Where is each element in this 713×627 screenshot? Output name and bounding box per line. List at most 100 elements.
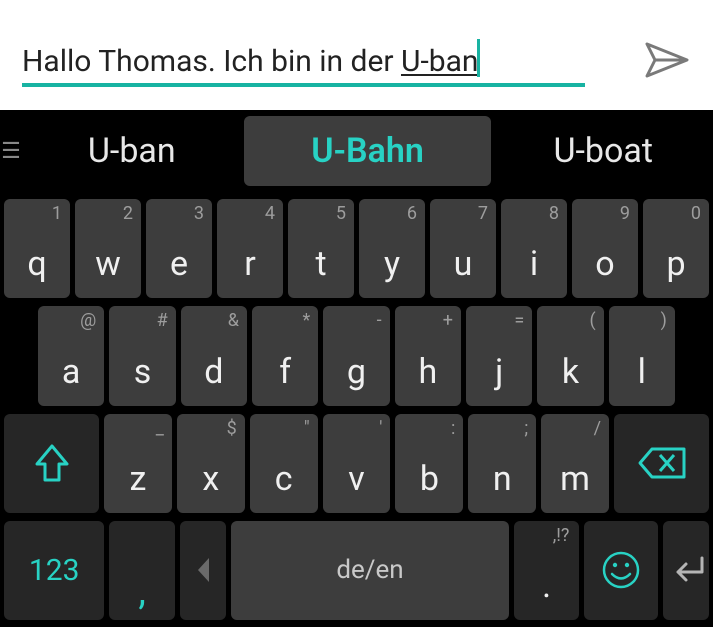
key-sec: ,!? — [553, 525, 570, 546]
key-sec: 8 — [549, 203, 559, 224]
key-sec: 1 — [52, 203, 62, 224]
key-sec: ' — [379, 418, 382, 439]
key-x[interactable]: $x — [177, 414, 245, 513]
shift-icon — [35, 444, 69, 482]
key-main: v — [348, 459, 364, 499]
key-sec: * — [303, 310, 311, 331]
suggestion-left[interactable]: U-ban — [24, 116, 240, 186]
key-f[interactable]: *f — [252, 306, 318, 405]
key-d[interactable]: &d — [181, 306, 247, 405]
suggestion-center[interactable]: U-Bahn — [244, 116, 492, 186]
key-q[interactable]: 1q — [4, 199, 70, 298]
key-sec: 6 — [407, 203, 417, 224]
key-sec: ( — [589, 310, 595, 331]
suggestion-right[interactable]: U-boat — [495, 116, 711, 186]
key-main: b — [420, 459, 439, 499]
key-main: k — [562, 352, 579, 392]
key-sec: 2 — [123, 203, 133, 224]
key-main: u — [454, 244, 473, 284]
key-sec: $ — [227, 418, 237, 439]
key-sec: 9 — [620, 203, 630, 224]
key-sec: : — [451, 418, 455, 439]
backspace-icon — [638, 447, 686, 479]
key-sec: 4 — [265, 203, 275, 224]
key-b[interactable]: :b — [395, 414, 463, 513]
key-cursor-left[interactable] — [180, 521, 226, 620]
key-m[interactable]: /m — [541, 414, 609, 513]
key-main: o — [595, 244, 614, 284]
key-main: t — [315, 244, 326, 284]
key-c[interactable]: "c — [250, 414, 318, 513]
key-main: p — [666, 244, 685, 284]
key-sec: 0 — [691, 203, 701, 224]
key-g[interactable]: -g — [323, 306, 389, 405]
key-i[interactable]: 8i — [501, 199, 567, 298]
suggestion-strip: ☰ U-ban U-Bahn U-boat — [0, 110, 713, 192]
send-button[interactable] — [645, 37, 691, 83]
key-n[interactable]: ;n — [468, 414, 536, 513]
keyboard: 1q 2w 3e 4r 5t 6y 7u 8i 9o 0p @a #s &d *… — [0, 192, 713, 627]
key-r[interactable]: 4r — [217, 199, 283, 298]
key-backspace[interactable] — [614, 414, 709, 513]
text-input-area: Hallo Thomas. Ich bin in der U-ban — [0, 0, 713, 110]
key-comma[interactable]: , — [109, 521, 175, 620]
key-main: s — [134, 352, 152, 392]
key-main: e — [170, 244, 188, 284]
key-row-4: 123 , de/en ,!?. — [2, 517, 711, 624]
key-enter[interactable] — [663, 521, 709, 620]
key-main: l — [638, 352, 646, 392]
key-sec: & — [228, 310, 239, 331]
key-sec: @ — [80, 310, 96, 331]
key-sec: _ — [156, 418, 164, 439]
input-text-before: Hallo Thomas. Ich bin in der — [22, 44, 401, 79]
text-input[interactable]: Hallo Thomas. Ich bin in der U-ban — [22, 33, 585, 87]
key-main: c — [275, 459, 293, 499]
enter-icon — [666, 554, 706, 586]
key-space[interactable]: de/en — [231, 521, 509, 620]
key-v[interactable]: 'v — [323, 414, 391, 513]
key-sec: # — [157, 310, 168, 331]
key-main: 123 — [29, 553, 80, 588]
key-p[interactable]: 0p — [643, 199, 709, 298]
key-o[interactable]: 9o — [572, 199, 638, 298]
key-symbols[interactable]: 123 — [4, 521, 104, 620]
key-row-2: @a #s &d *f -g +h =j (k )l — [2, 302, 711, 409]
key-main: x — [202, 459, 219, 499]
key-main: w — [95, 244, 121, 284]
key-u[interactable]: 7u — [430, 199, 496, 298]
key-main: h — [418, 352, 437, 392]
key-main: g — [347, 352, 366, 392]
key-sec: 7 — [478, 203, 488, 224]
space-label: de/en — [336, 555, 403, 585]
key-main: y — [384, 244, 400, 284]
key-sec: 5 — [336, 203, 346, 224]
key-e[interactable]: 3e — [146, 199, 212, 298]
key-z[interactable]: _z — [104, 414, 172, 513]
key-sec: 3 — [194, 203, 204, 224]
key-main: n — [493, 459, 512, 499]
key-w[interactable]: 2w — [75, 199, 141, 298]
key-period[interactable]: ,!?. — [514, 521, 580, 620]
key-t[interactable]: 5t — [288, 199, 354, 298]
key-main: f — [279, 352, 291, 392]
key-k[interactable]: (k — [537, 306, 603, 405]
key-main: , — [138, 570, 145, 614]
key-l[interactable]: )l — [609, 306, 675, 405]
key-j[interactable]: =j — [466, 306, 532, 405]
key-a[interactable]: @a — [38, 306, 104, 405]
key-row-3: _z $x "c 'v :b ;n /m — [2, 410, 711, 517]
key-h[interactable]: +h — [395, 306, 461, 405]
input-text-composing: U-ban — [401, 44, 478, 79]
key-y[interactable]: 6y — [359, 199, 425, 298]
key-emoji[interactable] — [584, 521, 657, 620]
key-main: . — [542, 566, 551, 606]
key-shift[interactable] — [4, 414, 99, 513]
key-s[interactable]: #s — [109, 306, 175, 405]
key-row-1: 1q 2w 3e 4r 5t 6y 7u 8i 9o 0p — [2, 195, 711, 302]
key-main: m — [560, 459, 590, 499]
menu-handle-icon[interactable]: ☰ — [0, 114, 22, 188]
key-sec: ; — [524, 418, 528, 439]
key-main: z — [129, 459, 146, 499]
key-main: j — [495, 352, 503, 392]
key-main: d — [204, 352, 223, 392]
